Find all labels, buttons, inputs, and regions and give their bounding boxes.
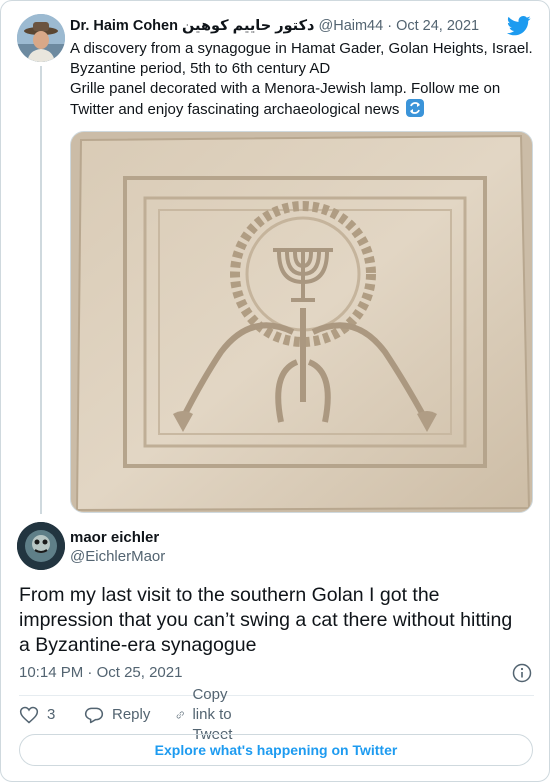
- thread-connector-line: [40, 66, 42, 514]
- reply-bubble-icon: [84, 707, 104, 724]
- reply-author-handle[interactable]: @EichlerMaor: [70, 547, 165, 566]
- like-count: 3: [47, 706, 56, 723]
- embedded-tweet-card: Dr. Haim Cohen دكتور حاييم كوهين @Haim44…: [0, 0, 550, 782]
- parent-text-line: A discovery from a synagogue in Hamat Ga…: [70, 40, 533, 57]
- explore-twitter-button[interactable]: Explore what's happening on Twitter: [19, 734, 533, 766]
- reply-label: Reply: [112, 706, 151, 723]
- parent-author-handle[interactable]: @Haim44: [319, 18, 384, 34]
- parent-tweet-date[interactable]: Oct 24, 2021: [396, 18, 479, 34]
- reply-date: Oct 25, 2021: [96, 664, 183, 681]
- link-icon: [176, 711, 184, 719]
- reply-text-line: From my last visit to the southern Golan…: [19, 584, 440, 606]
- parent-text-line: Grille panel decorated with a Menora-Jew…: [70, 80, 501, 97]
- reply-button[interactable]: Reply: [84, 704, 150, 726]
- parent-author-name[interactable]: Dr. Haim Cohen: [70, 18, 178, 34]
- like-button[interactable]: 3: [19, 704, 55, 726]
- reply-timestamp[interactable]: 10:14 PM · Oct 25, 2021: [19, 663, 182, 683]
- timestamp-separator: ·: [87, 664, 93, 681]
- reply-text-line: a Byzantine-era synagogue: [19, 634, 257, 656]
- twitter-bird-icon[interactable]: [507, 15, 531, 37]
- tweet-media-photo[interactable]: [70, 131, 533, 513]
- reply-author-avatar[interactable]: [17, 522, 65, 570]
- info-icon[interactable]: [512, 663, 532, 683]
- parent-text-line-last: Twitter and enjoy fascinating archaeolog…: [70, 99, 540, 120]
- parent-tweet-header: Dr. Haim Cohen دكتور حاييم كوهين @Haim44…: [70, 17, 510, 36]
- parent-author-avatar[interactable]: [17, 14, 65, 62]
- divider: [19, 695, 534, 696]
- heart-icon: [19, 706, 39, 724]
- parent-text-line: Byzantine period, 5th to 6th century AD: [70, 60, 331, 77]
- parent-text-line: Twitter and enjoy fascinating archaeolog…: [70, 101, 400, 118]
- reply-tweet-text: From my last visit to the southern Golan…: [19, 583, 534, 658]
- parent-author-name-arabic[interactable]: دكتور حاييم كوهين: [182, 18, 314, 34]
- header-separator: ·: [387, 18, 393, 34]
- counterclockwise-arrows-icon: [405, 99, 424, 117]
- copy-link-button[interactable]: Copy link to Tweet: [176, 686, 244, 743]
- reply-time: 10:14 PM: [19, 664, 84, 681]
- parent-tweet-text: A discovery from a synagogue in Hamat Ga…: [70, 39, 540, 120]
- reply-text-line: impression that you can’t swing a cat th…: [19, 609, 513, 631]
- reply-author-name[interactable]: maor eichler: [70, 528, 159, 547]
